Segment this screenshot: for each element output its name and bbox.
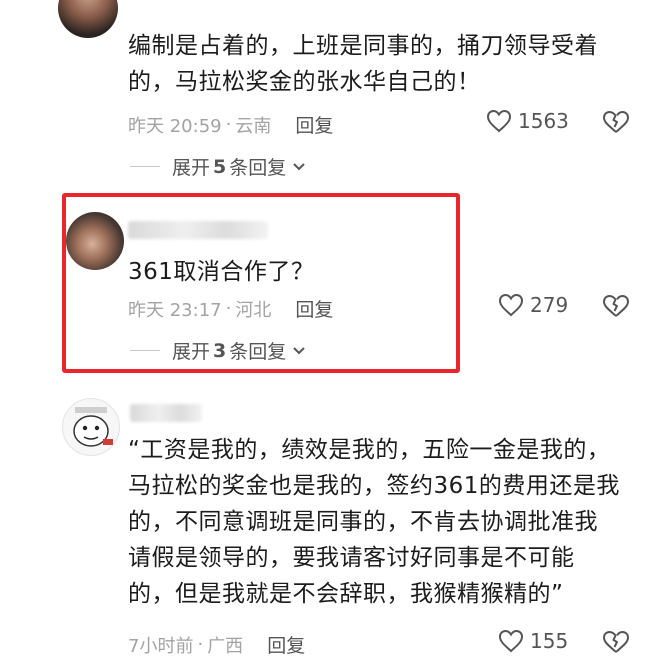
comment-meta: 昨天 23:17 · 河北 回复 <box>128 295 333 322</box>
expand-count: 3 <box>213 339 227 362</box>
like-count: 155 <box>530 629 569 653</box>
username-blurred <box>128 221 268 239</box>
broken-heart-icon <box>603 631 629 653</box>
dislike-button[interactable] <box>602 110 630 138</box>
broken-heart-icon <box>603 111 629 133</box>
comment-line: 马拉松的奖金也是我的，签约361的费用还是我 <box>128 473 620 499</box>
like-button[interactable]: 1563 <box>486 109 569 133</box>
comment-location: 云南 <box>235 115 272 137</box>
comment-location: 广西 <box>207 635 244 657</box>
comment-location: 河北 <box>235 299 272 321</box>
heart-outline-icon <box>498 629 524 653</box>
expand-replies-button[interactable]: 展开 5 条回复 <box>130 153 306 180</box>
comment-line: 编制是占着的，上班是同事的，捅刀领导受着 <box>128 33 598 59</box>
username-blurred <box>130 404 202 422</box>
comment-text: 361取消合作了？ <box>128 254 314 290</box>
comment-time: 昨天 20:59 <box>128 115 222 137</box>
comment-line: 请假是领导的，要我请客讨好同事是不可能 <box>128 545 575 571</box>
comment-meta: 7小时前 · 广西 回复 <box>128 631 305 658</box>
comment-line: “工资是我的，绩效是我的，五险一金是我的， <box>128 437 611 463</box>
expand-count: 5 <box>213 155 227 178</box>
divider-line <box>130 166 160 167</box>
meme-face-icon <box>73 407 113 447</box>
expand-replies-button[interactable]: 展开 3 条回复 <box>130 337 306 364</box>
meta-separator: · <box>225 114 232 135</box>
heart-outline-icon <box>486 109 512 133</box>
comment-line: 的，但是我就是不会辞职，我猴精猴精的” <box>128 581 564 607</box>
comment-line: 的，马拉松奖金的张水华自己的！ <box>128 69 481 95</box>
dislike-button[interactable] <box>602 294 630 322</box>
expand-label: 展开 <box>172 157 211 179</box>
reply-button[interactable]: 回复 <box>267 631 305 658</box>
like-count: 279 <box>530 293 569 317</box>
comment-line: 361取消合作了？ <box>128 259 315 285</box>
comment-text: 编制是占着的，上班是同事的，捅刀领导受着 的，马拉松奖金的张水华自己的！ <box>128 28 598 100</box>
reply-button[interactable]: 回复 <box>295 111 333 138</box>
meta-separator: · <box>197 634 204 655</box>
meta-separator: · <box>225 298 232 319</box>
comment-time: 7小时前 <box>128 635 194 657</box>
expand-label: 展开 <box>172 341 211 363</box>
expand-suffix: 条回复 <box>229 341 287 363</box>
chevron-down-icon <box>293 346 305 354</box>
like-button[interactable]: 155 <box>498 629 568 653</box>
avatar[interactable] <box>62 398 120 456</box>
chevron-down-icon <box>293 162 305 170</box>
divider-line <box>130 350 160 351</box>
like-count: 1563 <box>518 109 569 133</box>
dislike-button[interactable] <box>602 630 630 658</box>
heart-outline-icon <box>498 293 524 317</box>
avatar[interactable] <box>58 0 118 38</box>
comment-meta: 昨天 20:59 · 云南 回复 <box>128 111 333 138</box>
expand-suffix: 条回复 <box>229 157 287 179</box>
like-button[interactable]: 279 <box>498 293 568 317</box>
avatar[interactable] <box>66 212 124 270</box>
comment-time: 昨天 23:17 <box>128 299 222 321</box>
broken-heart-icon <box>603 295 629 317</box>
comment-line: 的，不同意调班是同事的，不肯去协调批准我 <box>128 509 598 535</box>
reply-button[interactable]: 回复 <box>295 295 333 322</box>
comment-text: “工资是我的，绩效是我的，五险一金是我的， 马拉松的奖金也是我的，签约361的费… <box>128 432 620 612</box>
